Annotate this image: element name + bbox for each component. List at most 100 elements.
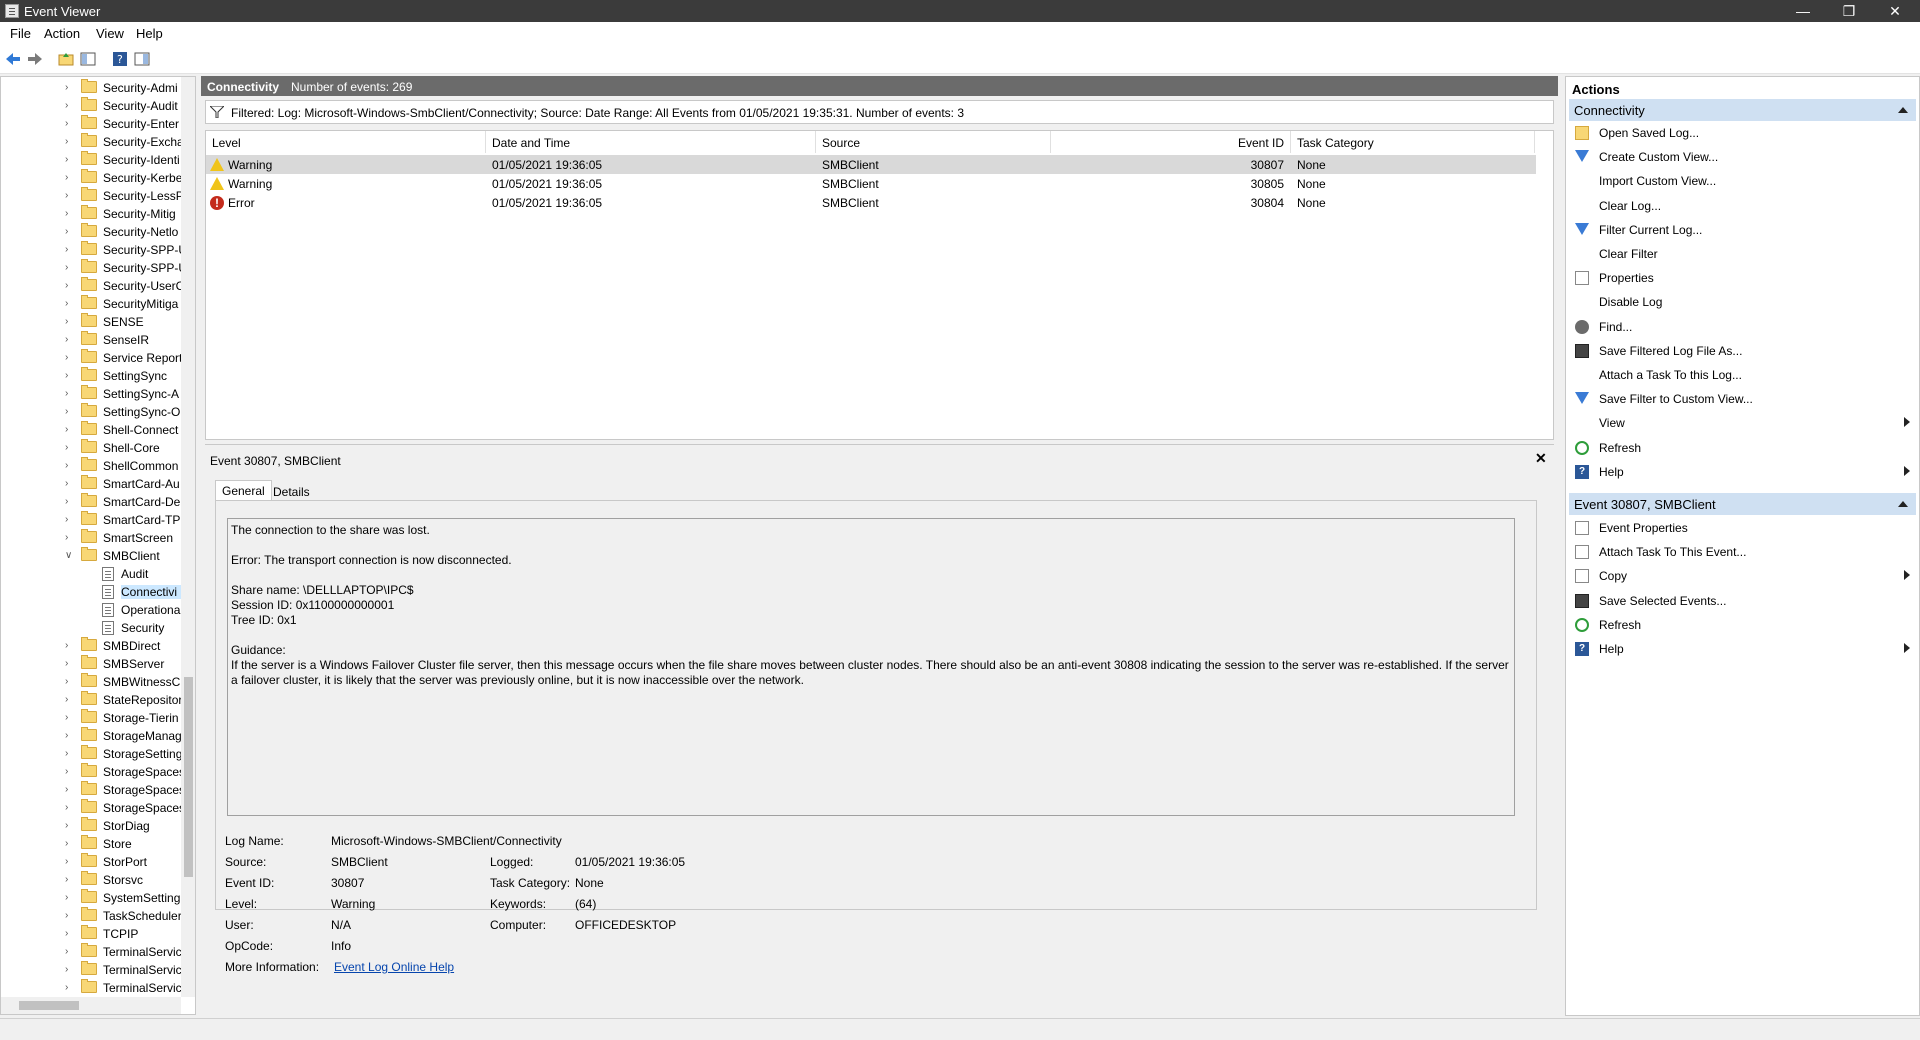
action-item[interactable]: Open Saved Log...	[1569, 122, 1916, 144]
action-item[interactable]: Clear Log...	[1569, 195, 1916, 217]
action-item[interactable]: Import Custom View...	[1569, 170, 1916, 192]
chevron-right-icon[interactable]: ›	[65, 676, 75, 687]
chevron-right-icon[interactable]: ›	[65, 478, 75, 489]
column-level[interactable]: Level	[206, 131, 486, 153]
chevron-right-icon[interactable]: ›	[65, 280, 75, 291]
action-item[interactable]: Attach Task To This Event...	[1569, 541, 1916, 563]
tree-folder-item[interactable]: ∨ SMBClient	[1, 547, 181, 565]
action-item[interactable]: Refresh	[1569, 437, 1916, 459]
action-item[interactable]: View	[1569, 412, 1916, 434]
tree-folder-item[interactable]: › ShellCommon	[1, 457, 181, 475]
chevron-right-icon[interactable]: ›	[65, 118, 75, 129]
tab-details[interactable]: Details	[267, 482, 316, 502]
tree-folder-item[interactable]: › StorageSetting	[1, 745, 182, 763]
tree-folder-item[interactable]: › Security-Mitig	[1, 205, 181, 223]
online-help-link[interactable]: Event Log Online Help	[334, 960, 454, 974]
column-event-id[interactable]: Event ID	[1051, 131, 1291, 153]
tree-folder-item[interactable]: › TerminalServic	[1, 961, 182, 979]
chevron-right-icon[interactable]: ›	[65, 226, 75, 237]
section-connectivity[interactable]: Connectivity	[1569, 99, 1916, 121]
event-list[interactable]: Level Date and Time Source Event ID Task…	[205, 130, 1554, 440]
chevron-right-icon[interactable]: ›	[65, 298, 75, 309]
tree-folder-item[interactable]: › Security-SPP-U	[1, 259, 183, 277]
chevron-right-icon[interactable]: ›	[65, 334, 75, 345]
tree-folder-item[interactable]: › SMBWitnessCl	[1, 673, 183, 691]
tree-folder-item[interactable]: › StorPort	[1, 853, 181, 871]
tree-vertical-scrollbar[interactable]	[181, 77, 195, 997]
tree-folder-item[interactable]: › Shell-Connect	[1, 421, 181, 439]
menu-file[interactable]: File	[10, 26, 31, 41]
details-close-icon[interactable]: ✕	[1535, 450, 1547, 467]
tree-folder-item[interactable]: › TerminalServic	[1, 979, 182, 997]
column-task-category[interactable]: Task Category	[1291, 131, 1535, 153]
tree-folder-item[interactable]: › StorageManag	[1, 727, 182, 745]
chevron-down-icon[interactable]: ∨	[65, 550, 75, 561]
action-item[interactable]: Event Properties	[1569, 517, 1916, 539]
tree-folder-item[interactable]: › TerminalServic	[1, 943, 182, 961]
chevron-right-icon[interactable]: ›	[65, 748, 75, 759]
tree-folder-item[interactable]: › Security-Identi	[1, 151, 181, 169]
action-item[interactable]: Create Custom View...	[1569, 146, 1916, 168]
event-description[interactable]: The connection to the share was lost. Er…	[227, 518, 1515, 816]
chevron-right-icon[interactable]: ›	[65, 838, 75, 849]
action-item[interactable]: Copy	[1569, 565, 1916, 587]
chevron-right-icon[interactable]: ›	[65, 244, 75, 255]
tree-log-item[interactable]: Operationa	[1, 601, 181, 619]
restore-button[interactable]: ❐	[1826, 0, 1872, 22]
tree-folder-item[interactable]: › SenseIR	[1, 331, 181, 349]
up-folder-icon[interactable]	[58, 51, 74, 67]
chevron-right-icon[interactable]: ›	[65, 694, 75, 705]
tree-folder-item[interactable]: › StateRepositor	[1, 691, 182, 709]
tree-folder-item[interactable]: › Store	[1, 835, 181, 853]
chevron-right-icon[interactable]: ›	[65, 172, 75, 183]
tree-folder-item[interactable]: › Security-Enter	[1, 115, 181, 133]
event-row[interactable]: Warning 01/05/2021 19:36:05 SMBClient None 3…	[206, 155, 1536, 174]
chevron-right-icon[interactable]: ›	[65, 190, 75, 201]
chevron-right-icon[interactable]: ›	[65, 82, 75, 93]
action-item[interactable]: Save Filter to Custom View...	[1569, 388, 1916, 410]
tree-folder-item[interactable]: › SettingSync-A	[1, 385, 181, 403]
tab-general[interactable]: General	[215, 480, 272, 500]
tree-folder-item[interactable]: › SmartScreen	[1, 529, 181, 547]
tree-folder-item[interactable]: › SMBDirect	[1, 637, 181, 655]
tree-folder-item[interactable]: › SystemSetting	[1, 889, 181, 907]
section-event[interactable]: Event 30807, SMBClient	[1569, 493, 1916, 515]
chevron-right-icon[interactable]: ›	[65, 928, 75, 939]
action-item[interactable]: Attach a Task To this Log...	[1569, 364, 1916, 386]
tree-folder-item[interactable]: › SmartCard-De	[1, 493, 181, 511]
tree-horizontal-scrollbar[interactable]	[1, 997, 181, 1014]
menu-view[interactable]: View	[96, 26, 124, 41]
action-item[interactable]: ? Help	[1569, 638, 1916, 660]
event-row[interactable]: ! Error 01/05/2021 19:36:05 SMBClient None 30…	[206, 193, 1536, 212]
show-hide-tree-icon[interactable]	[80, 51, 96, 67]
chevron-right-icon[interactable]: ›	[65, 658, 75, 669]
tree-folder-item[interactable]: › StorageSpaces	[1, 781, 183, 799]
column-date-time[interactable]: Date and Time	[486, 131, 816, 153]
tree-folder-item[interactable]: › Security-SPP-U	[1, 241, 183, 259]
tree-folder-item[interactable]: › Shell-Core	[1, 439, 181, 457]
action-item[interactable]: Save Filtered Log File As...	[1569, 340, 1916, 362]
chevron-right-icon[interactable]: ›	[65, 406, 75, 417]
chevron-right-icon[interactable]: ›	[65, 316, 75, 327]
action-item[interactable]: Filter Current Log...	[1569, 219, 1916, 241]
action-item[interactable]: Disable Log	[1569, 291, 1916, 313]
chevron-right-icon[interactable]: ›	[65, 820, 75, 831]
chevron-right-icon[interactable]: ›	[65, 100, 75, 111]
chevron-right-icon[interactable]: ›	[65, 802, 75, 813]
close-button[interactable]: ✕	[1872, 0, 1918, 22]
chevron-right-icon[interactable]: ›	[65, 766, 75, 777]
tree-folder-item[interactable]: › StorageSpaces	[1, 763, 183, 781]
chevron-right-icon[interactable]: ›	[65, 496, 75, 507]
tree-folder-item[interactable]: › SecurityMitiga	[1, 295, 181, 313]
chevron-right-icon[interactable]: ›	[65, 424, 75, 435]
chevron-right-icon[interactable]: ›	[65, 154, 75, 165]
chevron-right-icon[interactable]: ›	[65, 262, 75, 273]
tree-folder-item[interactable]: › Storsvc	[1, 871, 181, 889]
chevron-right-icon[interactable]: ›	[65, 892, 75, 903]
tree-log-item[interactable]: Connectivi	[1, 583, 181, 601]
tree-folder-item[interactable]: › StorDiag	[1, 817, 181, 835]
action-item[interactable]: Clear Filter	[1569, 243, 1916, 265]
action-item[interactable]: Refresh	[1569, 614, 1916, 636]
chevron-right-icon[interactable]: ›	[65, 442, 75, 453]
tree-folder-item[interactable]: › SmartCard-TPI	[1, 511, 183, 529]
